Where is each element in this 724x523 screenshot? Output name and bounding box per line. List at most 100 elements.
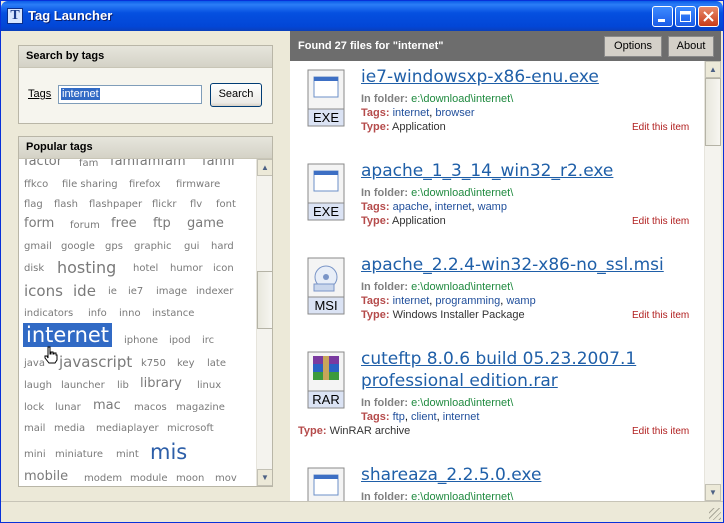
result-tag-link[interactable]: apache xyxy=(393,201,429,213)
file-type-icon[interactable]: EXE xyxy=(304,163,348,221)
tag-key[interactable]: key xyxy=(177,358,195,369)
result-tag-link[interactable]: browser xyxy=(435,107,474,119)
tag-media[interactable]: media xyxy=(54,423,85,434)
scroll-thumb[interactable] xyxy=(257,271,272,329)
results-scroll-up-button[interactable]: ▲ xyxy=(705,61,721,78)
tag-instance[interactable]: instance xyxy=(152,308,194,319)
tag-library[interactable]: library xyxy=(140,376,182,391)
tag-lib[interactable]: lib xyxy=(117,380,129,391)
result-tag-link[interactable]: wamp xyxy=(478,201,507,213)
tag-factor[interactable]: factor xyxy=(24,159,62,169)
tag-javascript[interactable]: javascript xyxy=(59,353,132,371)
options-button[interactable]: Options xyxy=(604,36,662,57)
tag-ipod[interactable]: ipod xyxy=(169,335,191,346)
maximize-button[interactable] xyxy=(675,6,696,27)
about-button[interactable]: About xyxy=(668,36,714,57)
search-button[interactable]: Search xyxy=(210,83,262,107)
tag-mini[interactable]: mini xyxy=(24,449,46,460)
tag-icons[interactable]: icons xyxy=(24,282,63,300)
tag-forum[interactable]: forum xyxy=(70,220,100,231)
result-tag-link[interactable]: ftp xyxy=(393,411,405,423)
result-title-link[interactable]: apache_1_3_14_win32_r2.exe xyxy=(361,161,613,181)
tag-mobile[interactable]: mobile xyxy=(24,469,68,484)
tag-indexer[interactable]: indexer xyxy=(196,286,233,297)
tag-ie[interactable]: ie xyxy=(108,286,117,297)
tag-module[interactable]: module xyxy=(130,473,167,484)
result-tag-link[interactable]: internet xyxy=(393,107,430,119)
tag-famfamfam[interactable]: famfamfam xyxy=(110,159,186,169)
tag-macos[interactable]: macos xyxy=(134,402,167,413)
folder-path-link[interactable]: e:\download\internet\ xyxy=(411,281,513,293)
tag-mediaplayer[interactable]: mediaplayer xyxy=(96,423,159,434)
scroll-up-button[interactable]: ▲ xyxy=(257,159,272,176)
tag-linux[interactable]: linux xyxy=(197,380,221,391)
tag-icon[interactable]: icon xyxy=(213,263,234,274)
result-tag-link[interactable]: wamp xyxy=(506,295,535,307)
tag-gps[interactable]: gps xyxy=(105,241,123,252)
tag-ide[interactable]: ide xyxy=(73,282,96,300)
tag-flickr[interactable]: flickr xyxy=(152,199,176,210)
folder-path-link[interactable]: e:\download\internet\ xyxy=(411,93,513,105)
tag-form[interactable]: form xyxy=(24,216,54,231)
tag-mov[interactable]: mov xyxy=(215,473,237,484)
tag-inno[interactable]: inno xyxy=(119,308,141,319)
tag-lunar[interactable]: lunar xyxy=(55,402,81,413)
tag-irc[interactable]: irc xyxy=(202,335,214,346)
tag-gmail[interactable]: gmail xyxy=(24,241,52,252)
title-bar[interactable]: T Tag Launcher xyxy=(1,1,723,31)
tag-graphic[interactable]: graphic xyxy=(134,241,172,252)
tag-mint[interactable]: mint xyxy=(116,449,139,460)
tag-hotel[interactable]: hotel xyxy=(133,263,158,274)
file-type-icon[interactable]: EXE xyxy=(304,467,348,501)
edit-item-link[interactable]: Edit this item xyxy=(632,310,689,321)
result-tag-link[interactable]: client xyxy=(411,411,437,423)
tag-k750[interactable]: k750 xyxy=(141,358,166,369)
tag-flv[interactable]: flv xyxy=(190,199,202,210)
edit-item-link[interactable]: Edit this item xyxy=(632,426,689,437)
folder-path-link[interactable]: e:\download\internet\ xyxy=(411,491,513,501)
tag-firmware[interactable]: firmware xyxy=(176,179,220,190)
tag-fanni[interactable]: fanni xyxy=(202,159,235,169)
tag-iphone[interactable]: iphone xyxy=(124,335,158,346)
folder-path-link[interactable]: e:\download\internet\ xyxy=(411,187,513,199)
minimize-button[interactable] xyxy=(652,6,673,27)
tag-ffkco[interactable]: ffkco xyxy=(24,179,48,190)
tag-mail[interactable]: mail xyxy=(24,423,45,434)
tag-moon[interactable]: moon xyxy=(176,473,204,484)
results-scroll-thumb[interactable] xyxy=(705,78,721,146)
result-title-link[interactable]: shareaza_2.2.5.0.exe xyxy=(361,465,541,485)
tag-launcher[interactable]: launcher xyxy=(61,380,105,391)
folder-path-link[interactable]: e:\download\internet\ xyxy=(411,397,513,409)
result-title-link[interactable]: apache_2.2.4-win32-x86-no_ssl.msi xyxy=(361,255,664,275)
tag-miniature[interactable]: miniature xyxy=(55,449,103,460)
tag-magazine[interactable]: magazine xyxy=(176,402,225,413)
tag-flag[interactable]: flag xyxy=(24,199,43,210)
tag-ie7[interactable]: ie7 xyxy=(128,286,143,297)
result-tag-link[interactable]: internet xyxy=(393,295,430,307)
tag-ftp[interactable]: ftp xyxy=(153,216,171,231)
file-type-icon[interactable]: RAR xyxy=(304,351,348,409)
tag-mis[interactable]: mis xyxy=(150,440,187,464)
tag-google[interactable]: google xyxy=(61,241,95,252)
tag-firefox[interactable]: firefox xyxy=(129,179,161,190)
tag-humor[interactable]: humor xyxy=(170,263,203,274)
tag-flashpaper[interactable]: flashpaper xyxy=(89,199,142,210)
tag-hard[interactable]: hard xyxy=(211,241,234,252)
tag-laugh[interactable]: laugh xyxy=(24,380,52,391)
scroll-down-button[interactable]: ▼ xyxy=(257,469,272,486)
edit-item-link[interactable]: Edit this item xyxy=(632,122,689,133)
result-tag-link[interactable]: programming xyxy=(435,295,500,307)
tag-late[interactable]: late xyxy=(207,358,226,369)
tag-indicators[interactable]: indicators xyxy=(24,308,73,319)
file-type-icon[interactable]: MSI xyxy=(304,257,348,315)
tag-fam[interactable]: fam xyxy=(79,159,98,169)
tag-internet[interactable]: internet xyxy=(23,323,113,347)
tag-free[interactable]: free xyxy=(111,216,137,231)
tag-flash[interactable]: flash xyxy=(54,199,78,210)
tag-modem[interactable]: modem xyxy=(84,473,122,484)
tag-disk[interactable]: disk xyxy=(24,263,44,274)
tag-lock[interactable]: lock xyxy=(24,402,44,413)
results-scrollbar[interactable]: ▲ ▼ xyxy=(704,61,721,501)
close-button[interactable] xyxy=(698,6,719,27)
tag-gui[interactable]: gui xyxy=(184,241,199,252)
